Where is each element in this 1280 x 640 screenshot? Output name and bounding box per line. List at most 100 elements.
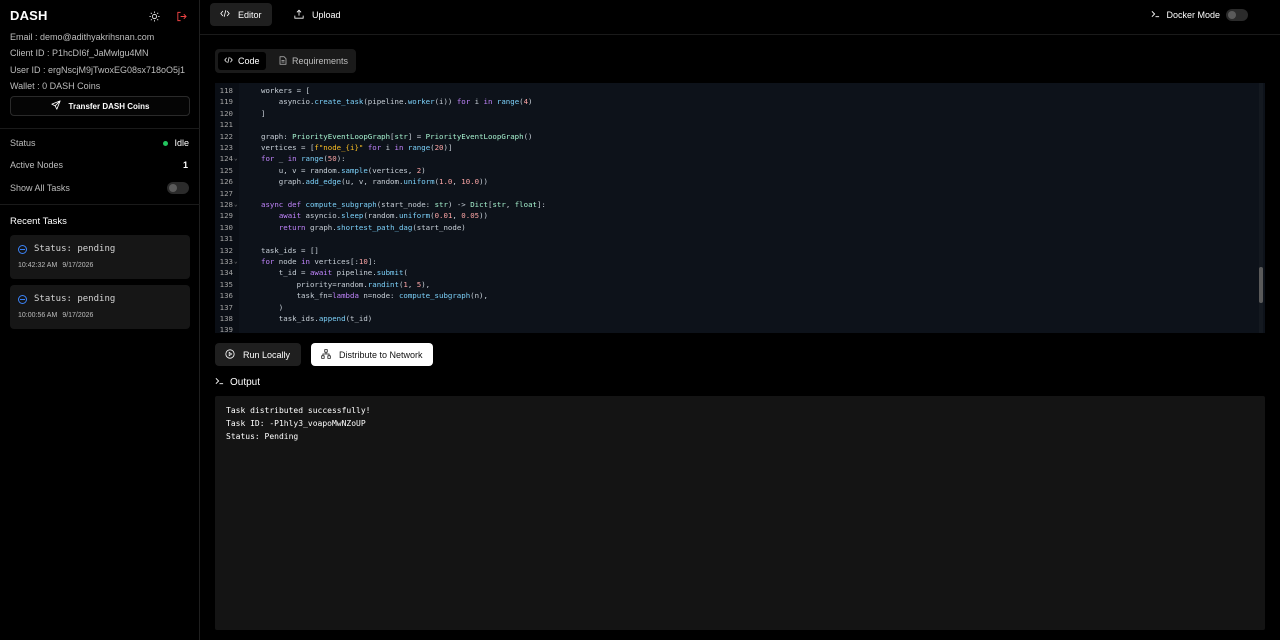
code-icon: [224, 56, 233, 66]
tab-requirements[interactable]: Requirements: [273, 52, 354, 70]
status-text: Idle: [174, 138, 189, 148]
code-line: 127: [215, 188, 1255, 199]
terminal-icon: [215, 377, 224, 388]
code-line: 125 u, v = random.sample(vertices, 2): [215, 165, 1255, 176]
code-text: u, v = random.sample(vertices, 2): [261, 165, 426, 175]
line-number: 123: [219, 143, 233, 152]
wallet-balance: Wallet : 0 DASH Coins: [10, 81, 101, 91]
show-all-tasks-toggle[interactable]: [167, 182, 189, 194]
code-text: priority=random.randint(1, 5),: [261, 279, 431, 289]
distribute-button[interactable]: Distribute to Network: [311, 343, 433, 366]
pending-icon: [18, 294, 27, 304]
play-circle-icon: [225, 348, 235, 361]
code-line: 126 graph.add_edge(u, v, random.uniform(…: [215, 176, 1255, 187]
code-text: t_id = await pipeline.submit(: [261, 268, 408, 278]
user-id: User ID : ergNscjM9jTwoxEG08sx718oO5j1: [10, 65, 186, 75]
line-number: 124: [219, 154, 233, 164]
fold-chevron-icon[interactable]: ⌄: [234, 199, 238, 210]
line-number: 131: [219, 234, 233, 244]
code-text: graph: PriorityEventLoopGraph[str] = Pri…: [261, 131, 533, 141]
code-line: 135 priority=random.randint(1, 5),: [215, 279, 1255, 290]
sidebar-divider: [0, 128, 200, 129]
task-card[interactable]: Status: pending 10:00:56 AM 9/17/2026: [10, 285, 190, 329]
editor-subtabs: Code Requirements: [215, 49, 356, 73]
line-number: 121: [219, 120, 233, 130]
code-line: 124 ⌄ for _ in range(50):: [215, 153, 1255, 164]
task-timestamp: 10:42:32 AM 9/17/2026: [18, 262, 93, 269]
line-number: 134: [219, 268, 233, 278]
code-text: graph.add_edge(u, v, random.uniform(1.0,…: [261, 177, 488, 187]
tab-upload-label: Upload: [312, 9, 341, 20]
theme-toggle-sun-icon[interactable]: [146, 8, 162, 24]
line-number: 119: [219, 97, 233, 107]
sidebar: DASH Email : demo@adithyakrihsnan.com Cl…: [0, 0, 200, 640]
line-number: 132: [219, 245, 233, 255]
code-line: 137 ): [215, 302, 1255, 313]
recent-tasks-title: Recent Tasks: [10, 216, 67, 227]
app-root: DASH Email : demo@adithyakrihsnan.com Cl…: [0, 0, 1280, 640]
top-bar: Editor Upload Docker Mode: [200, 0, 1280, 35]
output-line: Status: Pending: [226, 432, 299, 441]
distribute-label: Distribute to Network: [339, 349, 423, 360]
output-header: Output: [215, 377, 260, 388]
task-status-text: Status: pending: [34, 294, 116, 304]
line-number: 118: [219, 86, 233, 95]
code-text: await asyncio.sleep(random.uniform(0.01,…: [278, 211, 489, 221]
output-line: Task distributed successfully!: [226, 406, 371, 415]
tab-code-label: Code: [238, 56, 260, 66]
code-line: 133 ⌄ for node in vertices[:10]:: [215, 256, 1255, 267]
output-title: Output: [230, 377, 261, 388]
show-all-tasks-label: Show All Tasks: [10, 183, 70, 193]
line-number: 135: [219, 279, 233, 289]
upload-icon: [294, 9, 304, 21]
code-line: 139: [215, 324, 1255, 333]
task-card[interactable]: Status: pending 10:42:32 AM 9/17/2026: [10, 235, 190, 279]
code-text: async def compute_subgraph(start_node: s…: [261, 200, 546, 209]
brand-row: DASH: [10, 8, 190, 24]
code-line: 131: [215, 233, 1255, 244]
code-text: task_ids = []: [261, 245, 319, 255]
client-id: Client ID : P1hcDI6f_JaMwlgu4MN: [10, 48, 149, 58]
code-text: for _ in range(50):: [261, 154, 346, 164]
task-date: 9/17/2026: [62, 262, 94, 269]
code-line: 123 vertices = [f"node_{i}" for i in rang…: [215, 142, 1255, 153]
line-number: 122: [219, 131, 233, 141]
tab-code[interactable]: Code: [218, 52, 266, 70]
docker-mode-label: Docker Mode: [1166, 10, 1220, 20]
editor-scrollbar-thumb[interactable]: [1259, 267, 1263, 303]
line-number: 138: [219, 314, 233, 323]
task-date: 9/17/2026: [62, 312, 94, 319]
code-text: ]: [261, 108, 266, 118]
run-locally-button[interactable]: Run Locally: [215, 343, 301, 366]
code-text: ): [261, 302, 284, 312]
code-editor[interactable]: 118 workers = [119 asyncio.create_task(pi…: [215, 83, 1265, 333]
task-status: Status: pending: [18, 244, 115, 254]
status-value: Idle: [163, 138, 189, 148]
pending-icon: [18, 244, 27, 254]
task-time: 10:42:32 AM: [18, 262, 58, 269]
code-text: return graph.shortest_path_dag(start_nod…: [278, 222, 466, 232]
tab-editor-label: Editor: [238, 9, 262, 20]
code-text: for node in vertices[:10]:: [261, 257, 377, 266]
line-number: 129: [219, 211, 233, 221]
tab-requirements-label: Requirements: [292, 56, 349, 66]
terminal-icon: [1151, 10, 1160, 20]
fold-chevron-icon[interactable]: ⌄: [234, 256, 238, 267]
status-dot-icon: [163, 140, 169, 146]
tab-editor[interactable]: Editor: [210, 3, 272, 26]
task-status: Status: pending: [18, 294, 115, 304]
transfer-coins-button[interactable]: Transfer DASH Coins: [10, 96, 190, 116]
code-line: 122 graph: PriorityEventLoopGraph[str] = …: [215, 131, 1255, 142]
code-text: workers = [: [261, 86, 310, 95]
code-text: task_ids.append(t_id): [261, 314, 373, 323]
fold-chevron-icon[interactable]: ⌄: [234, 153, 238, 164]
user-email: Email : demo@adithyakrihsnan.com: [10, 32, 155, 42]
docker-mode-toggle[interactable]: [1226, 9, 1248, 21]
logout-icon[interactable]: [173, 8, 189, 24]
sidebar-divider: [0, 204, 200, 205]
file-text-icon: [279, 55, 287, 67]
status-label: Status: [10, 138, 36, 148]
line-number: 133: [219, 257, 233, 266]
task-time: 10:00:56 AM: [18, 312, 58, 319]
tab-upload[interactable]: Upload: [284, 3, 351, 26]
